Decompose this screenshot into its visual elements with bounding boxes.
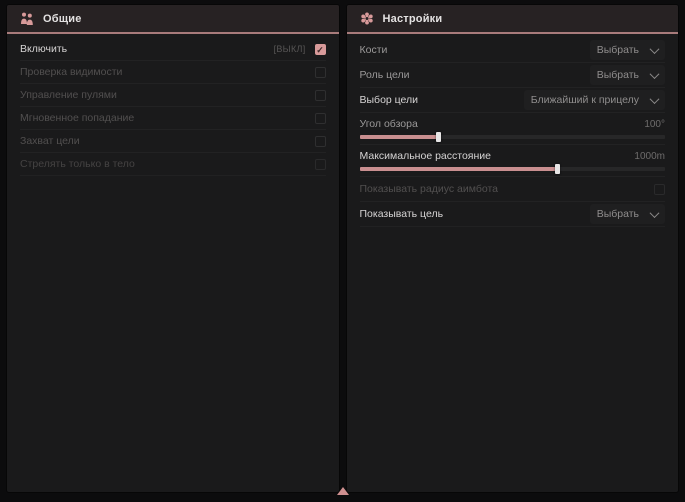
row-visibility-check-checkbox[interactable]: [315, 67, 326, 78]
scroll-up-arrow-icon[interactable]: [337, 487, 349, 495]
panel-general-body: Включить [ВЫКЛ] ✓ Проверка видимости Упр…: [7, 34, 339, 176]
row-fov-slider-fill: [360, 135, 439, 139]
row-bones-label: Кости: [360, 44, 590, 56]
panel-general-title: Общие: [43, 13, 82, 25]
settings-window: Общие Включить [ВЫКЛ] ✓ Проверка видимос…: [7, 5, 678, 492]
row-target-lock-checkbox[interactable]: [315, 136, 326, 147]
row-show-target: Показывать цель Выбрать: [360, 202, 666, 227]
panel-general: Общие Включить [ВЫКЛ] ✓ Проверка видимос…: [7, 5, 339, 492]
row-target-selection-dropdown[interactable]: Ближайший к прицелу: [524, 90, 665, 110]
row-max-distance-value: 1000m: [634, 151, 665, 162]
row-target-selection-label: Выбор цели: [360, 94, 524, 106]
row-bones-dropdown[interactable]: Выбрать: [590, 40, 665, 60]
row-fov: Угол обзора 100°: [360, 113, 666, 145]
row-target-selection: Выбор цели Ближайший к прицелу: [360, 88, 666, 113]
row-bullet-control-label: Управление пулями: [20, 89, 315, 101]
panel-settings-body: Кости Выбрать Роль цели Выбрать Выбор це…: [347, 34, 679, 227]
row-bullet-control: Управление пулями: [20, 84, 326, 107]
row-fov-slider[interactable]: [360, 135, 666, 139]
chevron-down-icon: [650, 44, 660, 54]
row-visibility-check-label: Проверка видимости: [20, 66, 315, 78]
row-body-only-label: Стрелять только в тело: [20, 158, 315, 170]
row-instant-hit-label: Мгновенное попадание: [20, 112, 315, 124]
row-bullet-control-checkbox[interactable]: [315, 90, 326, 101]
row-max-distance-slider-thumb[interactable]: [555, 164, 560, 174]
panel-settings-header: Настройки: [347, 5, 679, 34]
panel-settings-title: Настройки: [383, 13, 443, 25]
panel-general-header: Общие: [7, 5, 339, 34]
row-bones-dropdown-value: Выбрать: [597, 44, 639, 56]
chevron-down-icon: [650, 69, 660, 79]
row-body-only: Стрелять только в тело: [20, 153, 326, 176]
chevron-down-icon: [650, 94, 660, 104]
row-show-aimbot-radius-checkbox[interactable]: [654, 184, 665, 195]
row-target-role-dropdown[interactable]: Выбрать: [590, 65, 665, 85]
chevron-down-icon: [650, 208, 660, 218]
row-bones: Кости Выбрать: [360, 38, 666, 63]
panel-settings: Настройки Кости Выбрать Роль цели Выбрат…: [347, 5, 679, 492]
row-body-only-checkbox[interactable]: [315, 159, 326, 170]
row-max-distance-slider-fill: [360, 167, 559, 171]
row-show-aimbot-radius-label: Показывать радиус аимбота: [360, 183, 655, 195]
row-max-distance-slider[interactable]: [360, 167, 666, 171]
row-fov-slider-thumb[interactable]: [436, 132, 441, 142]
row-show-target-label: Показывать цель: [360, 208, 590, 220]
row-target-role: Роль цели Выбрать: [360, 63, 666, 88]
row-show-target-dropdown[interactable]: Выбрать: [590, 204, 665, 224]
row-fov-head: Угол обзора 100°: [360, 117, 666, 131]
row-max-distance-label: Максимальное расстояние: [360, 150, 635, 162]
row-visibility-check: Проверка видимости: [20, 61, 326, 84]
users-icon: [20, 12, 34, 25]
row-instant-hit-checkbox[interactable]: [315, 113, 326, 124]
row-enable-label: Включить: [20, 43, 274, 55]
row-enable-checkbox[interactable]: ✓: [315, 44, 326, 55]
gear-icon: [360, 12, 374, 25]
row-show-aimbot-radius: Показывать радиус аимбота: [360, 177, 666, 202]
row-fov-value: 100°: [644, 119, 665, 130]
row-show-target-dropdown-value: Выбрать: [597, 208, 639, 220]
row-fov-label: Угол обзора: [360, 118, 645, 130]
check-icon: ✓: [316, 45, 324, 55]
row-target-role-dropdown-value: Выбрать: [597, 69, 639, 81]
row-target-lock: Захват цели: [20, 130, 326, 153]
row-enable: Включить [ВЫКЛ] ✓: [20, 38, 326, 61]
row-target-role-label: Роль цели: [360, 69, 590, 81]
row-target-lock-label: Захват цели: [20, 135, 315, 147]
row-max-distance: Максимальное расстояние 1000m: [360, 145, 666, 177]
row-enable-hotkey[interactable]: [ВЫКЛ]: [274, 44, 306, 54]
row-instant-hit: Мгновенное попадание: [20, 107, 326, 130]
row-max-distance-head: Максимальное расстояние 1000m: [360, 149, 666, 163]
row-target-selection-dropdown-value: Ближайший к прицелу: [531, 94, 639, 106]
